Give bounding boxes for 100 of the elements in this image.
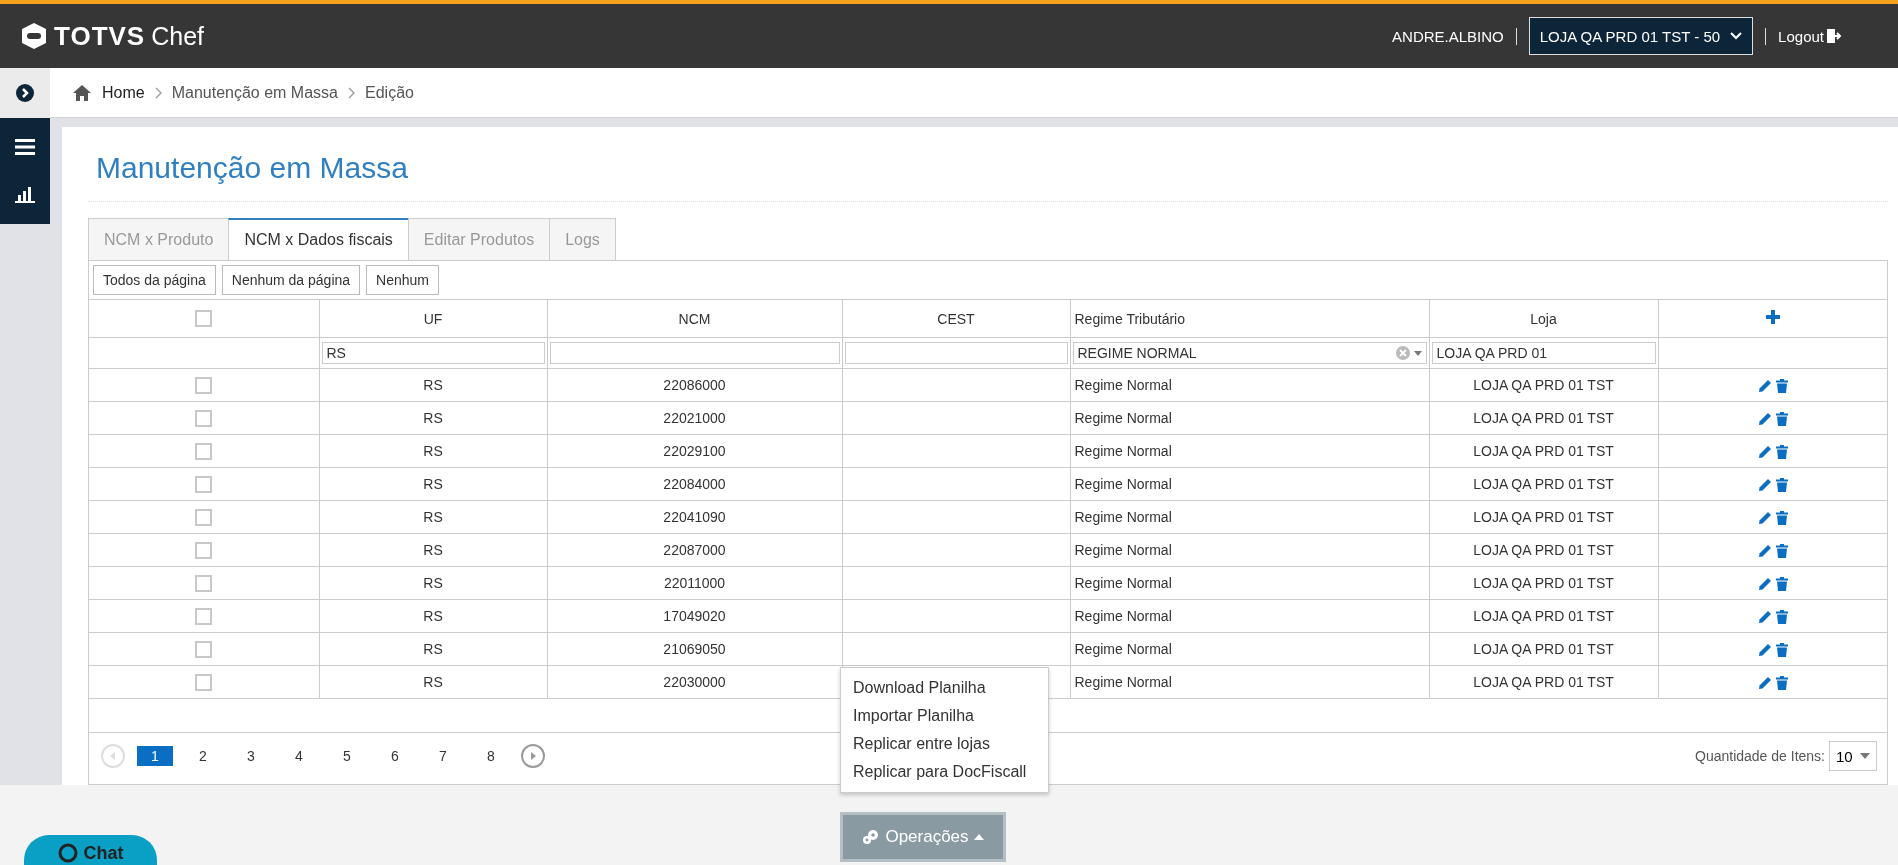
trash-icon[interactable] xyxy=(1775,676,1788,691)
select-button[interactable]: Nenhum xyxy=(366,265,439,295)
table-cell: LOJA QA PRD 01 TST xyxy=(1429,368,1658,402)
menu-icon[interactable] xyxy=(15,139,35,155)
pencil-icon[interactable] xyxy=(1757,610,1772,625)
pencil-icon[interactable] xyxy=(1757,676,1772,691)
trash-icon[interactable] xyxy=(1775,511,1788,526)
next-page-icon[interactable] xyxy=(521,744,545,768)
table-cell: Regime Normal xyxy=(1070,632,1429,666)
trash-icon[interactable] xyxy=(1775,379,1788,394)
table-cell: LOJA QA PRD 01 TST xyxy=(1429,632,1658,666)
product-name: Chef xyxy=(151,21,204,51)
pencil-icon[interactable] xyxy=(1757,511,1772,526)
page-link[interactable]: 5 xyxy=(329,746,365,766)
select-button[interactable]: Nenhum da página xyxy=(221,265,361,295)
checkbox[interactable] xyxy=(195,409,213,427)
checkbox[interactable] xyxy=(195,574,213,592)
page-link[interactable]: 2 xyxy=(185,746,221,766)
pencil-icon[interactable] xyxy=(1757,379,1772,394)
table-cell: 22041090 xyxy=(547,500,842,534)
pencil-icon[interactable] xyxy=(1757,544,1772,559)
page-title: Manutenção em Massa xyxy=(88,127,1888,202)
trash-icon[interactable] xyxy=(1775,412,1788,427)
trash-icon[interactable] xyxy=(1775,577,1788,592)
page-link[interactable]: 4 xyxy=(281,746,317,766)
table-cell: Regime Normal xyxy=(1070,434,1429,468)
table-cell: 22011000 xyxy=(547,566,842,600)
menu-item[interactable]: Download Planilha xyxy=(841,674,1048,702)
table-cell: RS xyxy=(319,665,547,699)
chat-button[interactable]: Chat xyxy=(24,835,157,865)
gears-icon xyxy=(862,829,881,845)
door-exit-icon xyxy=(1826,28,1842,44)
trash-icon[interactable] xyxy=(1775,544,1788,559)
table-cell: Regime Normal xyxy=(1070,533,1429,567)
table-cell: RS xyxy=(319,500,547,534)
pencil-icon[interactable] xyxy=(1757,478,1772,493)
page-link[interactable]: 1 xyxy=(137,746,173,766)
column-header: UF xyxy=(423,310,443,327)
menu-item[interactable]: Replicar para DocFiscall xyxy=(841,758,1048,786)
table-cell: LOJA QA PRD 01 TST xyxy=(1429,500,1658,534)
trash-icon[interactable] xyxy=(1775,478,1788,493)
plus-icon[interactable] xyxy=(1765,310,1780,324)
breadcrumb-link[interactable]: Home xyxy=(102,83,145,102)
filter-field[interactable]: RS xyxy=(321,342,545,364)
trash-icon[interactable] xyxy=(1775,643,1788,658)
table-cell: 22021000 xyxy=(547,401,842,435)
column-header: NCM xyxy=(678,310,711,327)
select-button[interactable]: Todos da página xyxy=(93,265,216,295)
filter-field[interactable]: LOJA QA PRD 01 xyxy=(1431,342,1656,364)
table-cell: 22087000 xyxy=(547,533,842,567)
table-cell: LOJA QA PRD 01 TST xyxy=(1429,533,1658,567)
table-cell: 17049020 xyxy=(547,599,842,633)
checkbox[interactable] xyxy=(195,442,213,460)
checkbox[interactable] xyxy=(195,673,213,691)
table-cell: Regime Normal xyxy=(1070,467,1429,501)
page-link[interactable]: 3 xyxy=(233,746,269,766)
filter-field[interactable] xyxy=(549,342,840,364)
expand-icon[interactable] xyxy=(16,84,34,102)
checkbox[interactable] xyxy=(195,607,213,625)
checkbox[interactable] xyxy=(195,640,213,658)
trash-icon[interactable] xyxy=(1775,445,1788,460)
checkbox[interactable] xyxy=(195,541,213,559)
page-link[interactable]: 8 xyxy=(473,746,509,766)
table-cell: Regime Normal xyxy=(1070,566,1429,600)
trash-icon[interactable] xyxy=(1775,610,1788,625)
items-label: Quantidade de Itens: xyxy=(1695,748,1825,764)
table-cell: Regime Normal xyxy=(1070,368,1429,402)
page-link[interactable]: 7 xyxy=(425,746,461,766)
table-cell: Regime Normal xyxy=(1070,599,1429,633)
table-cell: RS xyxy=(319,533,547,567)
chevron-right-icon xyxy=(348,86,355,99)
checkbox[interactable] xyxy=(195,475,213,493)
page-link[interactable]: 6 xyxy=(377,746,413,766)
checkbox[interactable] xyxy=(195,376,213,394)
pencil-icon[interactable] xyxy=(1757,445,1772,460)
logo-icon xyxy=(20,22,48,50)
filter-field[interactable] xyxy=(844,342,1068,364)
caret-up-icon xyxy=(973,834,984,840)
menu-item[interactable]: Importar Planilha xyxy=(841,702,1048,730)
pencil-icon[interactable] xyxy=(1757,577,1772,592)
user-name: ANDRE.ALBINO xyxy=(1392,27,1517,45)
chevron-down-icon xyxy=(1730,32,1743,40)
logout-link[interactable]: Logout xyxy=(1765,27,1842,45)
home-icon[interactable] xyxy=(72,83,92,102)
menu-item[interactable]: Replicar entre lojas xyxy=(841,730,1048,758)
pencil-icon[interactable] xyxy=(1757,412,1772,427)
pencil-icon[interactable] xyxy=(1757,643,1772,658)
breadcrumb-current: Edição xyxy=(365,83,414,102)
table-cell: LOJA QA PRD 01 TST xyxy=(1429,599,1658,633)
chat-bubble-icon xyxy=(57,843,78,863)
breadcrumb-link[interactable]: Manutenção em Massa xyxy=(171,83,338,102)
items-select[interactable]: 10 xyxy=(1829,741,1877,771)
checkbox[interactable] xyxy=(195,508,213,526)
store-select[interactable]: LOJA QA PRD 01 TST - 50 xyxy=(1528,17,1754,55)
table-cell: LOJA QA PRD 01 TST xyxy=(1429,467,1658,501)
caret-down-icon xyxy=(1413,350,1422,356)
chevron-right-icon xyxy=(154,86,162,99)
checkbox[interactable] xyxy=(195,310,213,328)
bar-chart-icon[interactable] xyxy=(15,185,35,203)
filter-select[interactable]: REGIME NORMAL xyxy=(1072,342,1427,364)
